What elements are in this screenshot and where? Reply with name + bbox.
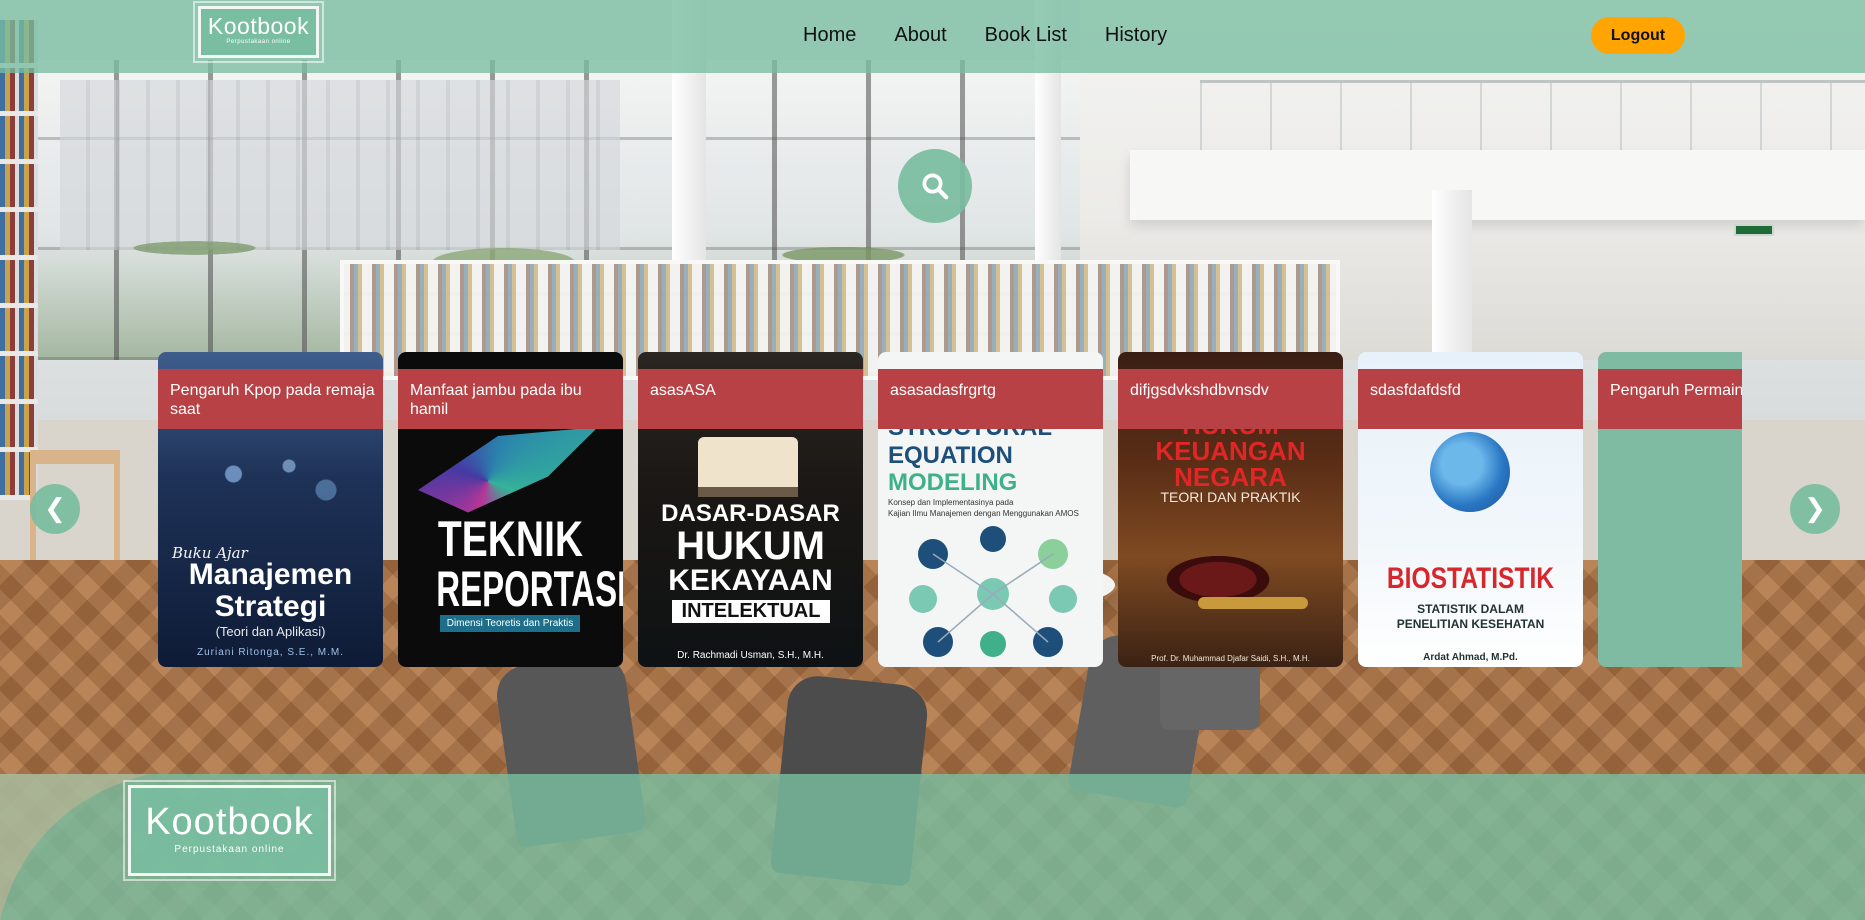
nav-history-link[interactable]: History	[1105, 22, 1167, 48]
book-card[interactable]: DASAR-DASAR HUKUM KEKAYAAN INTELEKTUAL D…	[638, 352, 863, 667]
nav-about-link[interactable]: About	[894, 22, 946, 48]
book-title: asasASA	[638, 369, 863, 429]
book-title: Manfaat jambu pada ibu hamil	[398, 369, 623, 429]
book-card[interactable]: TEKNIK REPORTASE Dimensi Teoretis dan Pr…	[398, 352, 623, 667]
carousel-next-button[interactable]: ❯	[1790, 484, 1840, 534]
book-card[interactable]: HUKUM KEUANGAN NEGARA TEORI DAN PRAKTIK …	[1118, 352, 1343, 667]
book-title: difjgsdvkshdbvnsdv	[1118, 369, 1343, 429]
diagram-illustration	[909, 526, 1077, 657]
carousel-prev-button[interactable]: ❮	[30, 484, 80, 534]
book-card[interactable]: BIOSTATISTIK STATISTIK DALAM PENELITIAN …	[1358, 352, 1583, 667]
search-icon	[922, 173, 949, 200]
book-title: Pengaruh Permainan Angka	[1598, 369, 1742, 429]
book-title: Pengaruh Kpop pada remaja saat	[158, 369, 383, 429]
footer-logo[interactable]: Kootbook Perpustakaan online	[123, 780, 336, 881]
nav-book-list-link[interactable]: Book List	[985, 22, 1067, 48]
book-carousel: Buku Ajar Manajemen Strategi (Teori dan …	[158, 352, 1742, 667]
main-nav: Home About Book List History	[803, 22, 1167, 48]
logout-button[interactable]: Logout	[1591, 17, 1685, 54]
book-title: sdasfdafdsfd	[1358, 369, 1583, 429]
book-title: asasadasfrgrtg	[878, 369, 1103, 429]
header-logo[interactable]: Kootbook Perpustakaan online	[193, 1, 324, 63]
footer-logo-tagline: Perpustakaan online	[174, 844, 285, 855]
footer-logo-name: Kootbook	[145, 801, 314, 843]
logo-name: Kootbook	[207, 13, 310, 39]
book-card[interactable]: Buku Ajar Manajemen Strategi (Teori dan …	[158, 352, 383, 667]
search-button[interactable]	[898, 149, 972, 223]
logo-tagline: Perpustakaan online	[226, 39, 291, 45]
book-card[interactable]: Pengaruh Permainan Angka	[1598, 352, 1742, 667]
nav-home-link[interactable]: Home	[803, 22, 856, 48]
book-card[interactable]: STRUCTURAL EQUATION MODELING Konsep dan …	[878, 352, 1103, 667]
